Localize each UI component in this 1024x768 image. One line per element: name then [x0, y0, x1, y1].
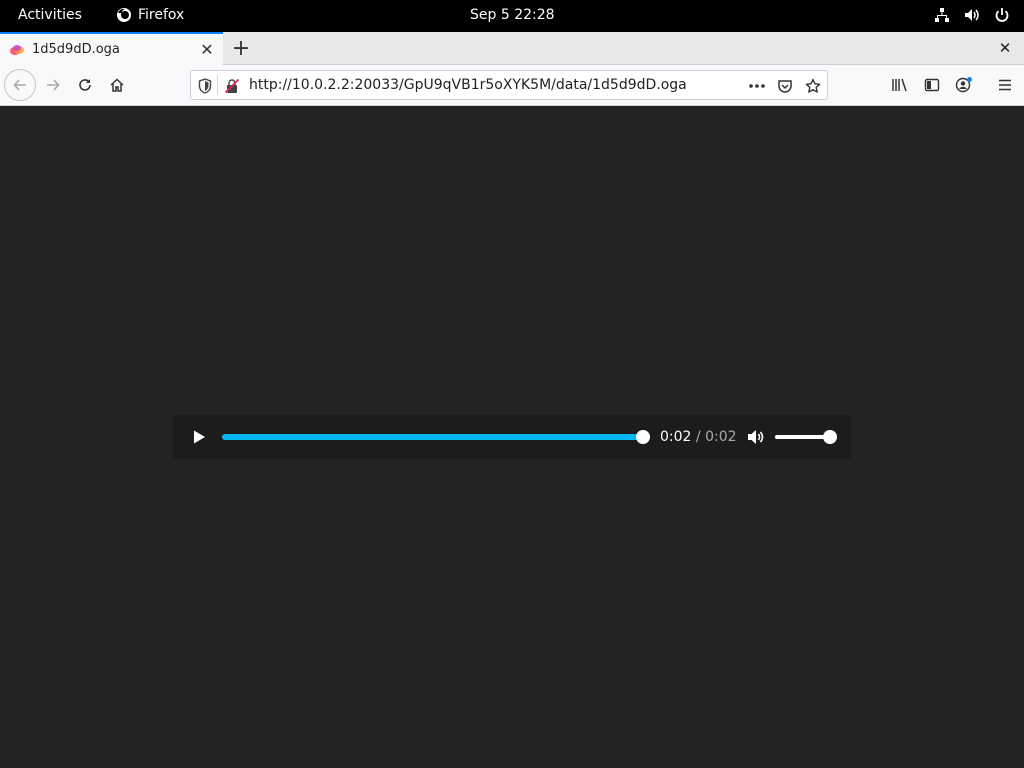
new-tab-button[interactable]: +	[229, 36, 253, 61]
app-name: Firefox	[138, 7, 185, 23]
reload-icon	[79, 79, 91, 91]
tab-active[interactable]: 1d5d9dD.oga ✕	[0, 32, 223, 65]
bookmark-star-icon[interactable]	[804, 77, 822, 95]
account-icon	[955, 77, 972, 93]
home-button[interactable]	[101, 69, 133, 101]
tracking-shield-icon[interactable]	[196, 77, 214, 95]
firefox-icon	[116, 7, 132, 23]
sidebar-icon	[924, 78, 940, 92]
insecure-connection-icon[interactable]	[223, 77, 241, 95]
gnome-top-bar: Activities Firefox Sep 5 22:28	[0, 0, 1024, 32]
duration: 0:02	[705, 429, 737, 445]
play-icon	[194, 430, 205, 444]
back-arrow-icon	[13, 79, 26, 91]
volume-icon	[964, 7, 980, 23]
tab-title: 1d5d9dD.oga	[32, 42, 120, 57]
forward-arrow-icon	[47, 79, 60, 91]
media-favicon-icon	[10, 44, 24, 56]
volume-thumb[interactable]	[823, 430, 837, 444]
navigation-bar: http://10.0.2.2:20033/GpU9qVB1r5oXYK5M/d…	[0, 65, 1024, 106]
library-icon	[892, 78, 907, 92]
window-close-button[interactable]: ✕	[994, 37, 1016, 59]
power-icon	[994, 7, 1010, 23]
time-separator: /	[691, 429, 706, 445]
seek-bar-thumb[interactable]	[636, 430, 650, 444]
account-button[interactable]	[948, 69, 980, 101]
back-button[interactable]	[4, 69, 36, 101]
url-bar[interactable]: http://10.0.2.2:20033/GpU9qVB1r5oXYK5M/d…	[190, 70, 828, 100]
tab-strip: 1d5d9dD.oga ✕ + ✕	[0, 32, 1024, 65]
volume-level	[775, 435, 830, 439]
audio-player: 0:02 / 0:02	[173, 415, 851, 459]
pocket-icon[interactable]	[776, 77, 794, 95]
url-text[interactable]: http://10.0.2.2:20033/GpU9qVB1r5oXYK5M/d…	[249, 77, 687, 93]
forward-button[interactable]	[37, 69, 69, 101]
sidebar-button[interactable]	[916, 69, 948, 101]
network-icon	[934, 7, 950, 23]
page-actions-icon[interactable]	[748, 77, 766, 95]
mute-button[interactable]	[746, 427, 766, 447]
home-icon	[110, 78, 124, 92]
seek-bar[interactable]	[222, 430, 650, 444]
seek-bar-progress	[222, 434, 643, 440]
system-tray[interactable]	[934, 7, 1010, 23]
url-divider	[217, 75, 218, 95]
volume-slider[interactable]	[775, 430, 837, 444]
speaker-icon	[748, 430, 764, 444]
current-time: 0:02	[660, 429, 692, 445]
hamburger-menu-icon	[999, 79, 1011, 91]
tab-close-icon[interactable]: ✕	[195, 38, 219, 62]
play-button[interactable]	[189, 427, 209, 447]
app-menu[interactable]: Firefox	[116, 7, 184, 23]
menu-button[interactable]	[989, 69, 1021, 101]
reload-button[interactable]	[69, 69, 101, 101]
library-button[interactable]	[884, 69, 916, 101]
time-display: 0:02 / 0:02	[660, 429, 737, 445]
activities-button[interactable]: Activities	[18, 7, 82, 23]
clock[interactable]: Sep 5 22:28	[470, 7, 570, 23]
